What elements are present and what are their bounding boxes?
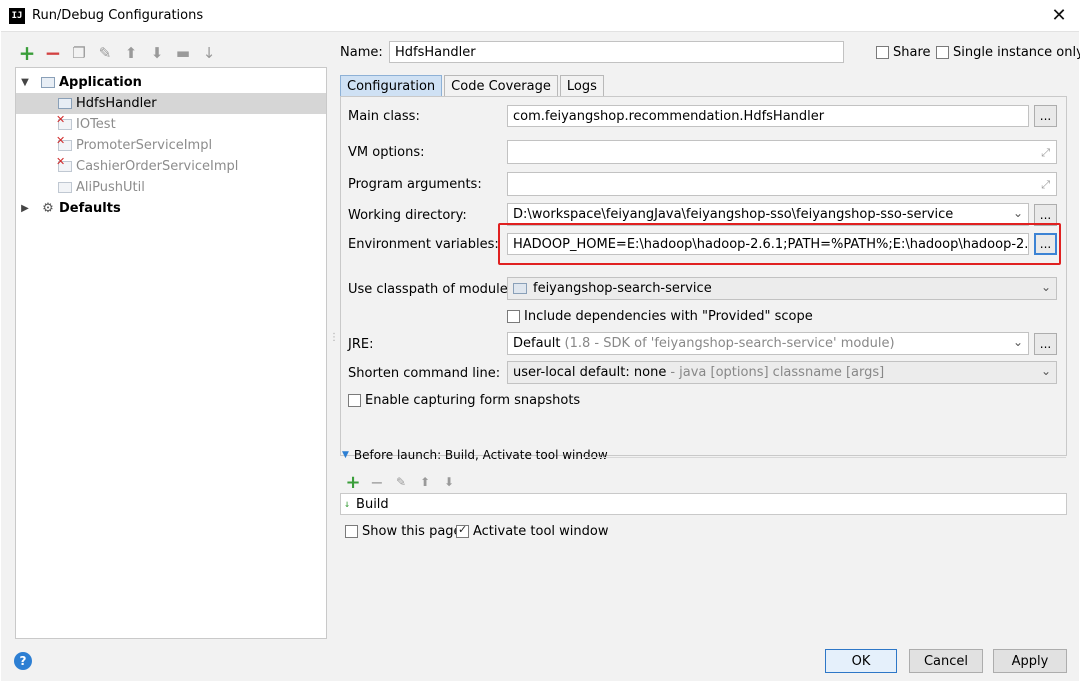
tree-item-hdfshandler[interactable]: HdfsHandler xyxy=(16,93,326,114)
share-checkbox[interactable]: Share xyxy=(876,45,931,60)
tree-item-label: IOTest xyxy=(76,117,116,132)
shorten-command-line-combo[interactable]: user-local default: none - java [options… xyxy=(507,361,1057,384)
checkbox-box[interactable] xyxy=(936,46,949,59)
arrow-down-icon[interactable]: ⬇ xyxy=(440,472,458,492)
edit-icon[interactable]: ✎ xyxy=(392,472,410,492)
checkbox-box[interactable] xyxy=(456,523,469,538)
name-label: Name: xyxy=(340,45,383,60)
chevron-down-icon[interactable]: ▼ xyxy=(342,450,349,460)
add-icon[interactable]: + xyxy=(17,41,37,65)
copy-icon[interactable]: ❐ xyxy=(69,43,89,63)
sort-icon[interactable]: ↓ xyxy=(199,43,219,63)
arrow-up-icon[interactable]: ⬆ xyxy=(416,472,434,492)
jre-combo[interactable]: Default (1.8 - SDK of 'feiyangshop-searc… xyxy=(507,332,1029,355)
tab-logs[interactable]: Logs xyxy=(559,75,604,97)
chevron-down-icon[interactable]: ⌄ xyxy=(1013,206,1023,220)
checkbox-box[interactable] xyxy=(345,525,358,538)
include-dependencies-checkbox[interactable]: Include dependencies with "Provided" sco… xyxy=(507,309,813,324)
working-directory-label: Working directory: xyxy=(348,208,467,223)
expand-icon[interactable]: ⤢ xyxy=(1041,178,1050,192)
form-snapshots-checkbox[interactable]: Enable capturing form snapshots xyxy=(348,393,580,408)
show-this-page-checkbox[interactable]: Show this page xyxy=(345,524,462,539)
tree-item-label: AliPushUtil xyxy=(76,180,145,195)
wrench-icon: ⚙ xyxy=(42,201,54,216)
chevron-down-icon[interactable]: ⌄ xyxy=(1041,364,1051,378)
classpath-module-label: Use classpath of module: xyxy=(348,282,513,297)
wrench-icon[interactable]: ✎ xyxy=(95,43,115,63)
single-instance-checkbox[interactable]: Single instance only xyxy=(936,45,1080,60)
arrow-down-icon[interactable]: ⬇ xyxy=(147,43,167,63)
module-icon xyxy=(513,283,527,294)
build-icon: ↓ xyxy=(344,498,351,510)
environment-variables-input[interactable]: HADOOP_HOME=E:\hadoop\hadoop-2.6.1;PATH=… xyxy=(507,233,1029,255)
tab-code-coverage[interactable]: Code Coverage xyxy=(444,75,558,97)
shorten-command-line-label: Shorten command line: xyxy=(348,366,501,381)
before-launch-list: ↓ Build xyxy=(340,493,1067,515)
config-tabs: Configuration Code Coverage Logs xyxy=(340,75,606,97)
splitter-handle[interactable]: ⋮ xyxy=(329,332,339,348)
divider xyxy=(584,457,1066,458)
chevron-right-icon[interactable]: ▶ xyxy=(18,203,32,214)
program-arguments-label: Program arguments: xyxy=(348,177,482,192)
activate-tool-window-checkbox[interactable]: Activate tool window xyxy=(456,523,608,539)
checkbox-box[interactable] xyxy=(507,310,520,323)
expand-icon[interactable]: ⤢ xyxy=(1041,146,1050,160)
tree-item-cashierorderserviceimpl[interactable]: ✕ CashierOrderServiceImpl xyxy=(16,155,326,177)
left-toolbar: + − ❐ ✎ ⬆ ⬇ ▬ ↓ xyxy=(17,41,219,65)
run-config-error-icon: ✕ xyxy=(56,155,73,174)
application-icon xyxy=(40,76,56,90)
intellij-icon: IJ xyxy=(9,7,25,24)
environment-variables-edit-button[interactable]: ... xyxy=(1034,233,1057,255)
ok-button[interactable]: OK xyxy=(825,649,897,673)
main-class-label: Main class: xyxy=(348,109,420,124)
remove-icon[interactable]: − xyxy=(368,472,386,492)
jre-browse-button[interactable]: ... xyxy=(1034,333,1057,355)
window-title: Run/Debug Configurations xyxy=(32,8,204,23)
help-icon[interactable]: ? xyxy=(14,652,32,670)
run-config-icon xyxy=(57,181,73,195)
main-class-input[interactable]: com.feiyangshop.recommendation.HdfsHandl… xyxy=(507,105,1029,127)
configuration-tree: ▼ Application HdfsHandler ✕ IOTest ✕ Pro… xyxy=(15,67,327,639)
before-launch-header[interactable]: ▼ Before launch: Build, Activate tool wi… xyxy=(342,448,608,462)
run-debug-dialog: + − ❐ ✎ ⬆ ⬇ ▬ ↓ ▼ Application HdfsHandle… xyxy=(1,31,1080,681)
chevron-down-icon[interactable]: ▼ xyxy=(18,77,32,88)
main-class-browse-button[interactable]: ... xyxy=(1034,105,1057,127)
vm-options-input[interactable]: ⤢ xyxy=(507,140,1057,164)
tree-node-application[interactable]: ▼ Application xyxy=(16,72,326,93)
name-input[interactable]: HdfsHandler xyxy=(389,41,844,63)
close-icon[interactable]: ✕ xyxy=(1048,4,1070,26)
tree-item-label: HdfsHandler xyxy=(76,96,157,111)
title-bar: IJ Run/Debug Configurations ✕ xyxy=(0,0,1080,31)
tree-item-promoterserviceimpl[interactable]: ✕ PromoterServiceImpl xyxy=(16,134,326,156)
tree-node-label: Application xyxy=(59,75,142,90)
run-config-icon xyxy=(57,97,73,111)
remove-icon[interactable]: − xyxy=(43,41,63,65)
classpath-module-combo[interactable]: feiyangshop-search-service ⌄ xyxy=(507,277,1057,300)
tree-item-label: CashierOrderServiceImpl xyxy=(76,159,239,174)
jre-label: JRE: xyxy=(348,337,374,352)
run-config-error-icon: ✕ xyxy=(56,113,73,132)
chevron-down-icon[interactable]: ⌄ xyxy=(1013,335,1023,349)
vm-options-label: VM options: xyxy=(348,145,425,160)
apply-button[interactable]: Apply xyxy=(993,649,1067,673)
environment-variables-label: Environment variables: xyxy=(348,237,499,252)
add-icon[interactable]: + xyxy=(344,472,362,493)
chevron-down-icon[interactable]: ⌄ xyxy=(1041,280,1051,294)
tree-node-label: Defaults xyxy=(59,201,121,216)
run-config-error-icon: ✕ xyxy=(56,134,73,153)
cancel-button[interactable]: Cancel xyxy=(909,649,983,673)
tree-item-label: PromoterServiceImpl xyxy=(76,138,213,153)
before-launch-toolbar: + − ✎ ⬆ ⬇ xyxy=(344,472,458,493)
checkbox-box[interactable] xyxy=(876,46,889,59)
checkbox-box[interactable] xyxy=(348,394,361,407)
program-arguments-input[interactable]: ⤢ xyxy=(507,172,1057,196)
folder-icon[interactable]: ▬ xyxy=(173,43,193,63)
tree-item-alipushutil[interactable]: AliPushUtil xyxy=(16,177,326,198)
tree-node-defaults[interactable]: ▶ ⚙ Defaults xyxy=(16,198,326,219)
arrow-up-icon[interactable]: ⬆ xyxy=(121,43,141,63)
tab-configuration[interactable]: Configuration xyxy=(340,75,443,97)
list-item[interactable]: ↓ Build xyxy=(344,497,389,512)
tree-item-iotest[interactable]: ✕ IOTest xyxy=(16,113,326,135)
